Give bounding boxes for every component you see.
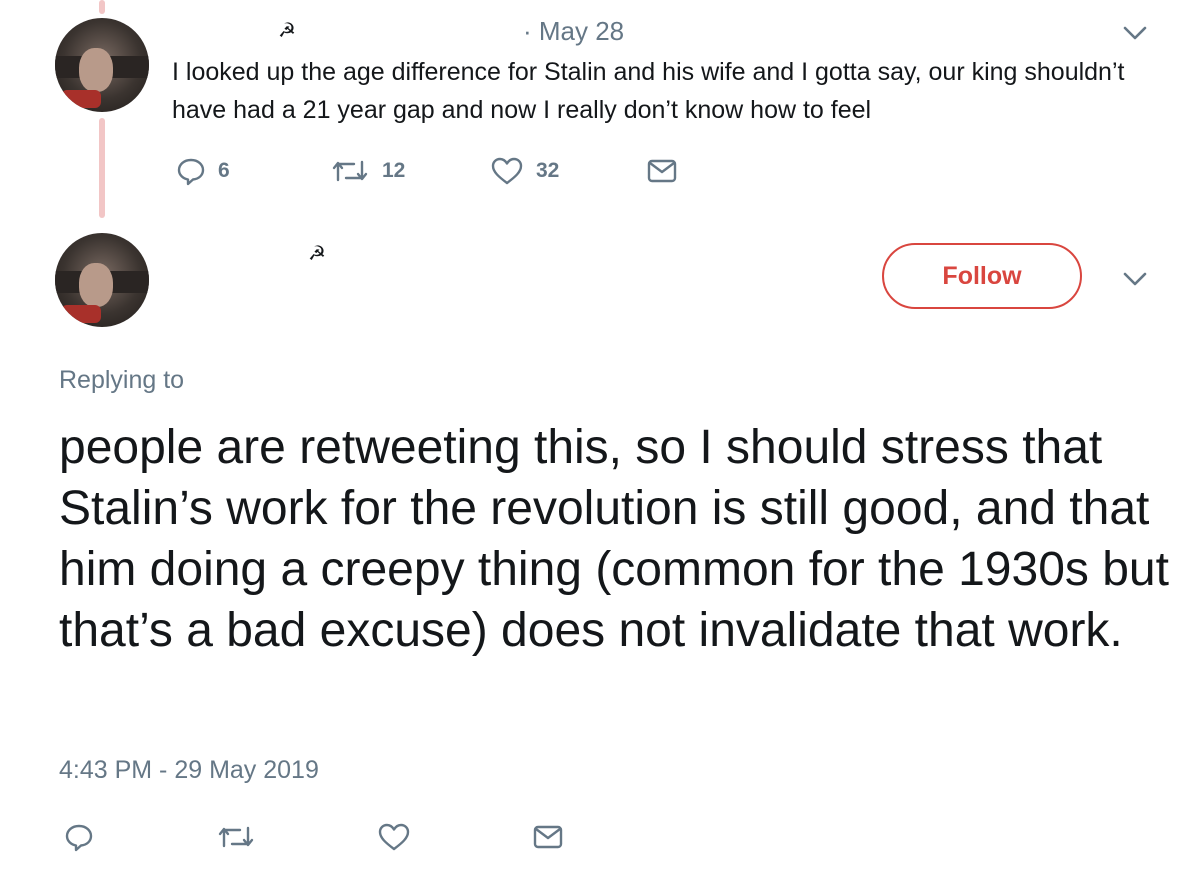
retweet-button[interactable] — [216, 822, 256, 852]
reply-icon — [176, 156, 206, 186]
like-button[interactable]: 32 — [490, 156, 559, 186]
reply-icon — [64, 822, 94, 852]
tweet-text: I looked up the age difference for Stali… — [172, 58, 1125, 124]
reply-count: 6 — [218, 159, 230, 182]
message-button[interactable] — [647, 158, 677, 184]
replying-to-label: Replying to — [59, 366, 185, 394]
thread-line-top — [99, 0, 105, 14]
like-icon — [377, 822, 411, 852]
message-button[interactable] — [533, 824, 563, 850]
retweet-icon — [330, 156, 370, 186]
retweet-icon — [216, 822, 256, 852]
chevron-down-icon[interactable] — [1122, 270, 1148, 288]
emblem-icon: ☭ — [308, 243, 326, 265]
like-count: 32 — [536, 159, 560, 182]
retweet-count: 12 — [382, 159, 406, 182]
tweet-date[interactable]: · May 28 — [523, 16, 624, 47]
reply-button[interactable] — [64, 822, 94, 852]
like-icon — [490, 156, 524, 186]
chevron-down-icon[interactable] — [1122, 24, 1148, 42]
message-icon — [647, 158, 677, 184]
tweet-timestamp[interactable]: 4:43 PM - 29 May 2019 — [59, 756, 319, 785]
like-button[interactable] — [377, 822, 411, 852]
reply-button[interactable]: 6 — [176, 156, 230, 186]
tweet-text: people are retweeting this, so I should … — [59, 421, 1169, 657]
message-icon — [533, 824, 563, 850]
retweet-button[interactable]: 12 — [330, 156, 405, 186]
follow-button[interactable]: Follow — [882, 243, 1082, 309]
thread-line — [99, 118, 105, 218]
avatar[interactable] — [55, 233, 149, 327]
avatar[interactable] — [55, 18, 149, 112]
emblem-icon: ☭ — [278, 20, 296, 42]
